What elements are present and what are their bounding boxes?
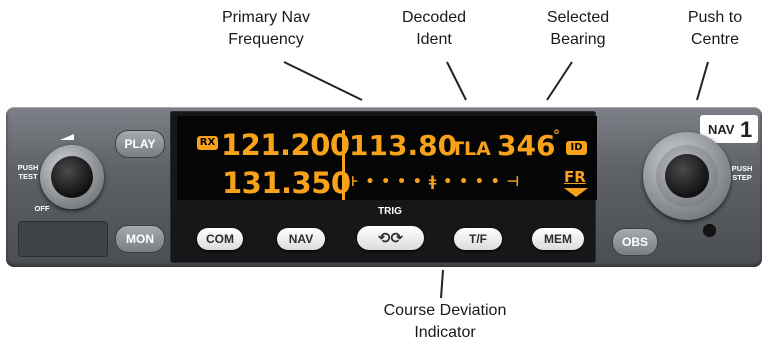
com-button[interactable]: COM bbox=[197, 228, 243, 250]
play-button[interactable]: PLAY bbox=[115, 130, 165, 158]
leader-selected-bearing bbox=[546, 61, 573, 101]
leader-decoded-ident bbox=[446, 61, 467, 101]
decoded-ident: TLA bbox=[451, 138, 491, 160]
push-test-label: PUSH TEST bbox=[13, 163, 43, 181]
display-divider bbox=[342, 130, 345, 200]
degree-symbol: ° bbox=[553, 128, 560, 144]
label-line: TEST bbox=[18, 172, 38, 181]
callout-line: Primary Nav bbox=[221, 9, 310, 26]
callout-line: Selected bbox=[546, 9, 610, 26]
tf-button[interactable]: T/F bbox=[454, 228, 502, 250]
rx-badge: RX bbox=[197, 136, 218, 150]
callout-line: Bearing bbox=[550, 31, 606, 48]
leader-course-deviation bbox=[440, 269, 444, 299]
nav-frequency: 113.80 bbox=[349, 129, 458, 162]
nav-tag-label: NAV bbox=[708, 122, 735, 137]
swap-button[interactable]: ⟲⟳ bbox=[357, 226, 424, 250]
from-arrow-icon bbox=[564, 188, 588, 197]
leader-push-to-centre bbox=[696, 61, 709, 101]
callout-line: Push to bbox=[687, 9, 743, 26]
callout-line: Indicator bbox=[414, 324, 476, 341]
nav-tag-number: 1 bbox=[740, 117, 753, 142]
off-label: OFF bbox=[34, 204, 50, 213]
callout-line: Decoded bbox=[401, 9, 467, 26]
callout-decoded-ident: Decoded Ident bbox=[384, 7, 484, 51]
photo-sensor bbox=[703, 224, 716, 237]
label-line: PUSH bbox=[17, 163, 39, 172]
callout-selected-bearing: Selected Bearing bbox=[528, 7, 628, 51]
display-slot bbox=[18, 221, 108, 257]
mem-button[interactable]: MEM bbox=[532, 228, 584, 250]
label-line: PUSH bbox=[731, 164, 753, 173]
callout-line: Course Deviation bbox=[383, 302, 507, 319]
to-from-label: FR bbox=[564, 168, 586, 186]
primary-frequency: 121.200 bbox=[221, 128, 350, 162]
brand-logo: TRIG bbox=[378, 206, 402, 217]
push-step-label: PUSH STEP bbox=[727, 164, 757, 182]
mon-button[interactable]: MON bbox=[115, 225, 165, 253]
callout-line: Ident bbox=[416, 31, 452, 48]
selected-bearing: 346 bbox=[497, 129, 556, 162]
obs-button[interactable]: OBS bbox=[612, 228, 658, 256]
callout-primary-nav-frequency: Primary Nav Frequency bbox=[196, 7, 336, 51]
callout-push-to-centre: Push to Centre bbox=[670, 7, 760, 51]
course-deviation-indicator: ⊦ • • • • ǂ • • • • ⊣ bbox=[351, 174, 521, 190]
swap-arrows-icon: ⟲⟳ bbox=[377, 229, 404, 247]
label-line: STEP bbox=[732, 173, 752, 182]
nav-button[interactable]: NAV bbox=[277, 228, 325, 250]
id-badge: ID bbox=[566, 141, 587, 155]
callout-course-deviation-indicator: Course Deviation Indicator bbox=[345, 300, 545, 344]
leader-primary-nav bbox=[283, 61, 363, 101]
callout-line: Frequency bbox=[228, 31, 304, 48]
standby-frequency: 131.350 bbox=[222, 166, 351, 200]
callout-line: Centre bbox=[690, 31, 740, 48]
